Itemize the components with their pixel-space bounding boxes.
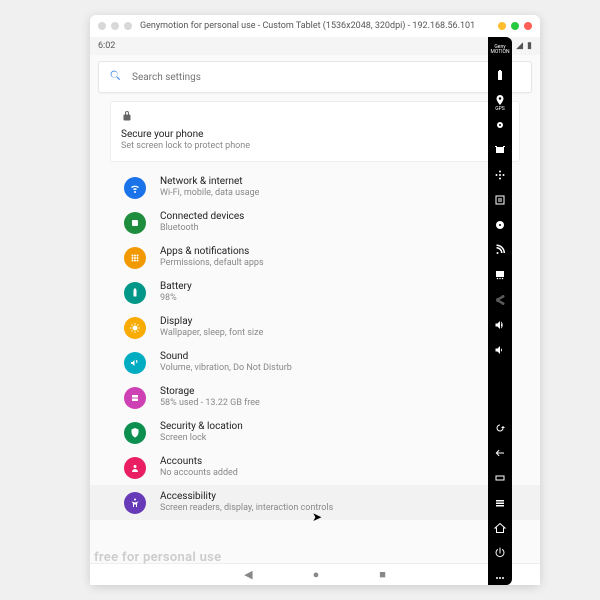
rotate-icon[interactable] bbox=[493, 421, 507, 435]
titlebar: Genymotion for personal use - Custom Tab… bbox=[90, 15, 540, 37]
card-title: Secure your phone bbox=[121, 129, 509, 140]
item-title: Display bbox=[160, 316, 263, 327]
item-subtitle: Wi-Fi, mobile, data usage bbox=[160, 188, 259, 198]
dot-icon bbox=[98, 22, 106, 30]
recents-button[interactable]: ■ bbox=[379, 568, 386, 581]
search-settings[interactable] bbox=[98, 61, 532, 93]
settings-item-connected-devices[interactable]: Connected devicesBluetooth bbox=[90, 205, 540, 240]
more-icon[interactable] bbox=[493, 571, 507, 585]
back-nav-icon[interactable] bbox=[493, 446, 507, 460]
identifier-widget-icon[interactable] bbox=[493, 193, 507, 207]
item-title: Apps & notifications bbox=[160, 246, 264, 257]
settings-item-network-internet[interactable]: Network & internetWi-Fi, mobile, data us… bbox=[90, 170, 540, 205]
security-icon bbox=[124, 422, 146, 444]
item-subtitle: No accounts added bbox=[160, 468, 238, 478]
devices-icon bbox=[124, 212, 146, 234]
storage-icon bbox=[124, 387, 146, 409]
genymotion-logo-icon[interactable]: GenyMOTION bbox=[493, 43, 507, 57]
accessibility-icon bbox=[124, 492, 146, 514]
phone-widget-icon[interactable] bbox=[493, 268, 507, 282]
item-subtitle: Wallpaper, sleep, font size bbox=[160, 328, 263, 338]
settings-item-security-location[interactable]: Security & locationScreen lock bbox=[90, 415, 540, 450]
network-widget-icon[interactable] bbox=[493, 243, 507, 257]
settings-item-storage[interactable]: Storage58% used - 13.22 GB free bbox=[90, 380, 540, 415]
window-controls-right[interactable] bbox=[498, 22, 532, 30]
search-icon bbox=[109, 69, 122, 86]
android-navbar: ◀ ● ■ bbox=[90, 563, 540, 585]
power-icon[interactable] bbox=[493, 546, 507, 560]
battery-icon: ▮ bbox=[527, 41, 532, 51]
accounts-icon bbox=[124, 457, 146, 479]
item-title: Accessibility bbox=[160, 491, 333, 502]
apps-icon bbox=[124, 247, 146, 269]
secure-phone-card[interactable]: × Secure your phone Set screen lock to p… bbox=[110, 101, 520, 162]
item-title: Network & internet bbox=[160, 176, 259, 187]
settings-item-display[interactable]: DisplayWallpaper, sleep, font size bbox=[90, 310, 540, 345]
item-subtitle: Bluetooth bbox=[160, 223, 244, 233]
window-controls-left bbox=[98, 22, 132, 30]
home-button[interactable]: ● bbox=[313, 568, 320, 581]
volume-down-icon[interactable] bbox=[493, 343, 507, 357]
battery-icon bbox=[124, 282, 146, 304]
dot-icon bbox=[111, 22, 119, 30]
minimize-icon[interactable] bbox=[498, 22, 506, 30]
home-nav-icon[interactable] bbox=[493, 521, 507, 535]
back-button[interactable]: ◀ bbox=[244, 568, 252, 581]
item-title: Accounts bbox=[160, 456, 238, 467]
settings-item-battery[interactable]: Battery98% bbox=[90, 275, 540, 310]
card-subtitle: Set screen lock to protect phone bbox=[121, 141, 509, 151]
share-icon[interactable] bbox=[493, 293, 507, 307]
settings-item-sound[interactable]: SoundVolume, vibration, Do Not Disturb bbox=[90, 345, 540, 380]
android-statusbar: 6:02 ▾ ◢ ▮ bbox=[90, 37, 540, 55]
settings-item-accounts[interactable]: AccountsNo accounts added bbox=[90, 450, 540, 485]
item-title: Storage bbox=[160, 386, 260, 397]
settings-item-accessibility[interactable]: AccessibilityScreen readers, display, in… bbox=[90, 485, 540, 520]
item-subtitle: 58% used - 13.22 GB free bbox=[160, 398, 260, 408]
battery-widget-icon[interactable] bbox=[493, 68, 507, 82]
item-title: Security & location bbox=[160, 421, 243, 432]
remote-widget-icon[interactable] bbox=[493, 168, 507, 182]
search-input[interactable] bbox=[132, 72, 521, 83]
capture-widget-icon[interactable] bbox=[493, 143, 507, 157]
gps-widget-icon[interactable]: GPS bbox=[493, 93, 507, 107]
recent-nav-icon[interactable] bbox=[493, 496, 507, 510]
clock: 6:02 bbox=[98, 41, 115, 51]
volume-up-icon[interactable] bbox=[493, 318, 507, 332]
dot-icon bbox=[124, 22, 132, 30]
item-title: Sound bbox=[160, 351, 292, 362]
android-screen: 6:02 ▾ ◢ ▮ × Secure your phone Set scree… bbox=[90, 37, 540, 585]
settings-item-apps-notifications[interactable]: Apps & notificationsPermissions, default… bbox=[90, 240, 540, 275]
genymotion-sidebar: GenyMOTION GPS bbox=[488, 37, 512, 585]
close-icon[interactable] bbox=[524, 22, 532, 30]
item-subtitle: Screen readers, display, interaction con… bbox=[160, 503, 333, 513]
sound-icon bbox=[124, 352, 146, 374]
wifi-icon bbox=[124, 177, 146, 199]
camera-widget-icon[interactable] bbox=[493, 118, 507, 132]
signal-icon: ◢ bbox=[516, 41, 523, 51]
display-icon bbox=[124, 317, 146, 339]
lock-icon bbox=[121, 110, 509, 125]
watermark-text: free for personal use bbox=[94, 550, 221, 565]
settings-list[interactable]: Network & internetWi-Fi, mobile, data us… bbox=[90, 166, 540, 563]
apps-nav-icon[interactable] bbox=[493, 471, 507, 485]
item-subtitle: 98% bbox=[160, 293, 192, 303]
window-title: Genymotion for personal use - Custom Tab… bbox=[140, 21, 498, 31]
item-subtitle: Volume, vibration, Do Not Disturb bbox=[160, 363, 292, 373]
maximize-icon[interactable] bbox=[511, 22, 519, 30]
item-subtitle: Permissions, default apps bbox=[160, 258, 264, 268]
item-subtitle: Screen lock bbox=[160, 433, 243, 443]
disk-widget-icon[interactable] bbox=[493, 218, 507, 232]
item-title: Battery bbox=[160, 281, 192, 292]
app-window: Genymotion for personal use - Custom Tab… bbox=[90, 15, 540, 585]
item-title: Connected devices bbox=[160, 211, 244, 222]
